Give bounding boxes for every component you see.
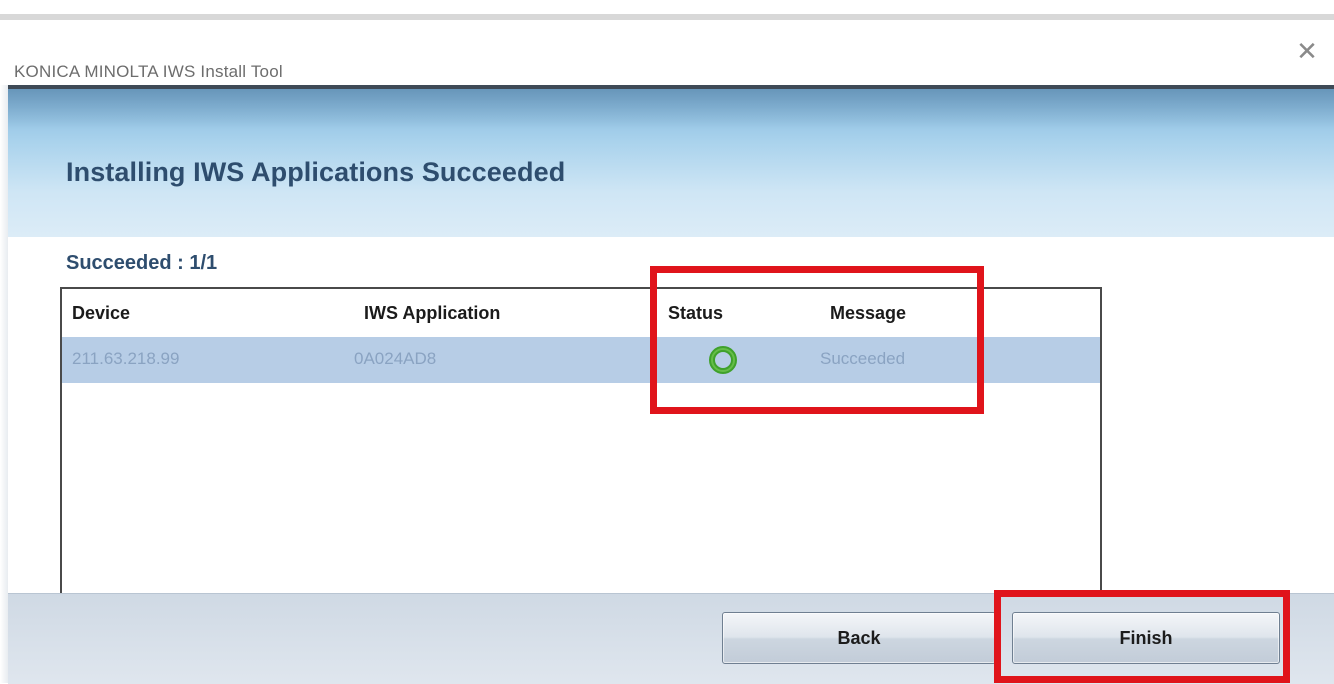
cell-device: 211.63.218.99 (72, 349, 180, 368)
column-header-status[interactable]: Status (668, 303, 723, 324)
column-header-device[interactable]: Device (72, 303, 130, 324)
finish-button[interactable]: Finish (1012, 612, 1280, 664)
window-titlebar[interactable]: KONICA MINOLTA IWS Install Tool (0, 22, 1334, 84)
window-title: KONICA MINOLTA IWS Install Tool (14, 62, 283, 81)
back-button[interactable]: Back (722, 612, 996, 664)
page-title: Installing IWS Applications Succeeded (66, 157, 566, 187)
column-header-iws-application[interactable]: IWS Application (364, 303, 500, 324)
cell-message: Succeeded (820, 349, 906, 368)
results-list-view[interactable]: Device IWS Application Status Message 21… (60, 287, 1102, 597)
success-ring-icon (708, 345, 738, 375)
window-left-edge (0, 85, 8, 683)
window-top-border (0, 14, 1334, 20)
column-header-message[interactable]: Message (830, 303, 906, 324)
success-summary: Succeeded : 1/1 (66, 252, 218, 274)
list-header: Device IWS Application Status Message (62, 289, 1100, 337)
cell-iws-application: 0A024AD8 (354, 349, 437, 368)
table-row[interactable]: 211.63.218.99 0A024AD8 Succeeded (62, 337, 1100, 383)
close-button[interactable]: ✕ (1290, 34, 1324, 68)
close-icon: ✕ (1296, 36, 1318, 66)
